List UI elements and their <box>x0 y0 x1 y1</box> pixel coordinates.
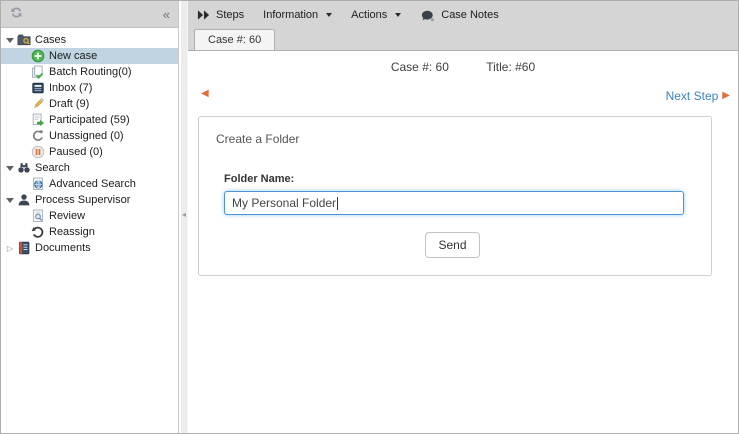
splitter-grip-icon[interactable]: ◂ <box>181 211 187 219</box>
sidebar-item-inbox-7[interactable]: Inbox (7) <box>1 80 178 96</box>
tab-case-60[interactable]: Case #: 60 <box>194 29 275 50</box>
sidebar-item-documents[interactable]: ▷ Documents <box>1 240 178 256</box>
information-menu[interactable]: Information <box>263 9 332 21</box>
case-title-text: Title: #60 <box>486 60 535 74</box>
sidebar-item-review[interactable]: Review <box>1 208 178 224</box>
app-window: « Cases New case Batch Routing(0) Inbox (7)… <box>0 0 739 434</box>
sidebar-item-paused-0[interactable]: Paused (0) <box>1 144 178 160</box>
sidebar: « Cases New case Batch Routing(0) Inbox (7)… <box>1 1 179 433</box>
documents-icon <box>16 241 31 256</box>
new-case-icon <box>30 49 45 64</box>
tree-spacer <box>18 64 30 80</box>
chevron-down-icon <box>326 13 332 17</box>
main-area: Steps Information Actions Case Notes <box>188 1 738 433</box>
tree-expander-icon[interactable] <box>4 160 16 176</box>
sidebar-item-label: Cases <box>35 34 66 46</box>
case-notes-button[interactable]: Case Notes <box>420 8 498 22</box>
sidebar-item-batch-routing-0[interactable]: Batch Routing(0) <box>1 64 178 80</box>
reassign-icon <box>30 225 45 240</box>
sidebar-item-label: Process Supervisor <box>35 194 130 206</box>
chevron-down-icon <box>395 13 401 17</box>
tree-spacer <box>18 96 30 112</box>
sidebar-item-draft-9[interactable]: Draft (9) <box>1 96 178 112</box>
sidebar-item-process-supervisor[interactable]: Process Supervisor <box>1 192 178 208</box>
send-button[interactable]: Send <box>425 232 479 258</box>
tree-spacer <box>18 224 30 240</box>
sidebar-item-label: Review <box>49 210 85 222</box>
batch-routing-icon <box>30 65 45 80</box>
tree-spacer <box>18 128 30 144</box>
sidebar-item-label: Draft (9) <box>49 98 89 110</box>
sidebar-item-label: Unassigned (0) <box>49 130 124 142</box>
steps-label: Steps <box>216 9 244 21</box>
step-navigation: ◀ Next Step ▶ <box>188 87 738 105</box>
create-folder-panel: Create a Folder Folder Name: My Personal… <box>198 116 712 276</box>
next-step-label[interactable]: Next Step <box>666 89 719 103</box>
process-supervisor-icon <box>16 193 31 208</box>
review-icon <box>30 209 45 224</box>
inbox-icon <box>30 81 45 96</box>
folder-name-input[interactable]: My Personal Folder <box>224 191 684 215</box>
sidebar-item-advanced-search[interactable]: Advanced Search <box>1 176 178 192</box>
panel-title: Create a Folder <box>199 117 711 146</box>
sidebar-item-label: Search <box>35 162 70 174</box>
paused-icon <box>30 145 45 160</box>
text-cursor <box>337 197 338 210</box>
tree-expander-icon[interactable] <box>4 32 16 48</box>
sidebar-item-label: New case <box>49 50 97 62</box>
next-step-link[interactable]: Next Step ▶ <box>666 89 730 103</box>
case-notes-label: Case Notes <box>441 9 498 21</box>
refresh-icon[interactable] <box>9 5 24 23</box>
tree-spacer <box>18 176 30 192</box>
sidebar-item-reassign[interactable]: Reassign <box>1 224 178 240</box>
next-step-arrow-icon: ▶ <box>722 91 730 101</box>
sidebar-header: « <box>1 1 178 28</box>
previous-step-arrow-icon[interactable]: ◀ <box>201 89 209 99</box>
case-header: Case #: 60 Title: #60 <box>188 60 738 74</box>
actions-label: Actions <box>351 9 387 21</box>
sidebar-item-unassigned-0[interactable]: Unassigned (0) <box>1 128 178 144</box>
tree-spacer <box>18 144 30 160</box>
sidebar-item-label: Inbox (7) <box>49 82 92 94</box>
tree-spacer <box>18 112 30 128</box>
draft-icon <box>30 97 45 112</box>
tree-spacer <box>18 48 30 64</box>
sidebar-item-label: Documents <box>35 242 91 254</box>
sidebar-item-label: Advanced Search <box>49 178 136 190</box>
tab-bar: Case #: 60 <box>188 28 738 50</box>
sidebar-item-label: Reassign <box>49 226 95 238</box>
cases-folder-icon <box>16 33 31 48</box>
sidebar-item-label: Paused (0) <box>49 146 103 158</box>
search-binoculars-icon <box>16 161 31 176</box>
steps-button[interactable]: Steps <box>197 9 244 21</box>
tree-spacer <box>18 208 30 224</box>
tree-expander-icon[interactable] <box>4 192 16 208</box>
speech-bubble-icon <box>420 8 435 22</box>
folder-name-value: My Personal Folder <box>232 196 336 210</box>
tree-spacer <box>18 80 30 96</box>
information-label: Information <box>263 9 318 21</box>
sidebar-item-participated-59[interactable]: Participated (59) <box>1 112 178 128</box>
collapse-sidebar-icon[interactable]: « <box>163 8 170 21</box>
sidebar-item-label: Participated (59) <box>49 114 130 126</box>
sidebar-item-new-case[interactable]: New case <box>1 48 178 64</box>
button-row: Send <box>224 232 681 258</box>
actions-menu[interactable]: Actions <box>351 9 401 21</box>
folder-form: Folder Name: My Personal Folder Send <box>224 173 681 258</box>
case-tree: Cases New case Batch Routing(0) Inbox (7) Dr… <box>1 28 178 256</box>
tree-expander-icon[interactable]: ▷ <box>4 240 16 256</box>
sidebar-item-label: Batch Routing(0) <box>49 66 132 78</box>
case-number-text: Case #: 60 <box>391 60 449 74</box>
advanced-search-icon <box>30 177 45 192</box>
sidebar-item-search[interactable]: Search <box>1 160 178 176</box>
participated-icon <box>30 113 45 128</box>
folder-name-label: Folder Name: <box>224 173 681 185</box>
case-toolbar: Steps Information Actions Case Notes <box>188 1 738 28</box>
steps-fast-forward-icon <box>197 9 210 21</box>
sidebar-splitter[interactable]: ◂ <box>180 1 188 433</box>
unassigned-icon <box>30 129 45 144</box>
sidebar-item-cases[interactable]: Cases <box>1 32 178 48</box>
case-content: Case #: 60 Title: #60 ◀ Next Step ▶ Crea… <box>188 50 738 433</box>
